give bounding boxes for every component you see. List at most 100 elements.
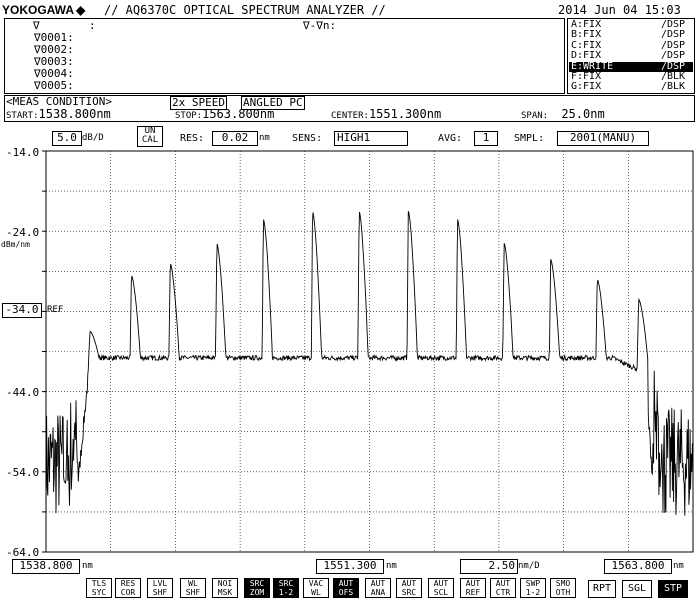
trace-panel: A:FIX/DSP B:FIX/DSP C:FIX/DSP D:FIX/DSP E:WR… xyxy=(567,18,695,94)
softkey-line-1: LVL xyxy=(152,579,168,588)
softkey-lvl-shf[interactable]: LVL SHF xyxy=(147,578,173,598)
res-label: RES: xyxy=(180,133,205,144)
softkey-tls-syc[interactable]: TLS SYC xyxy=(86,578,112,598)
instrument-title: // AQ6370C OPTICAL SPECTRUM ANALYZER // xyxy=(104,3,386,17)
softkey-line-1: AUT xyxy=(338,579,354,588)
sweep-sgl-button[interactable]: SGL xyxy=(622,580,652,598)
start-label: START: xyxy=(6,111,39,121)
softkey-aut-ana[interactable]: AUT ANA xyxy=(365,578,391,598)
x-center-value[interactable]: 1551.300 xyxy=(316,559,384,574)
softkey-res-cor[interactable]: RES COR xyxy=(115,578,141,598)
marker-panel: ∇ : ∇-∇n: ∇0001: ∇0002: ∇0003: ∇0004: ∇0… xyxy=(4,18,565,94)
x-div-value[interactable]: 2.50 xyxy=(460,559,518,574)
start-wavelength: START:1538.800nm xyxy=(6,108,111,123)
trace-list: A:FIX/DSP B:FIX/DSP C:FIX/DSP D:FIX/DSP E:WR… xyxy=(569,19,693,93)
start-value: 1538.800nm xyxy=(38,107,111,121)
stop-value: 1563.800nm xyxy=(202,107,275,121)
softkey-line-2: SRC xyxy=(401,588,417,597)
softkey-vac-wl[interactable]: VAC WL xyxy=(303,578,329,598)
softkey-line-1: AUT xyxy=(495,579,511,588)
y-tick-label: -64.0 xyxy=(6,546,40,559)
meas-condition-panel: <MEAS CONDITION> 2x SPEED ANGLED PC STAR… xyxy=(4,95,695,122)
trace-name: G:FIX xyxy=(571,81,602,93)
y-tick-label: -44.0 xyxy=(6,386,40,399)
softkey-line-2: SYC xyxy=(91,588,107,597)
softkey-src-1-2[interactable]: SRC 1-2 xyxy=(273,578,299,598)
marker-row[interactable]: ∇0005: xyxy=(34,80,74,92)
avg-value[interactable]: 1 xyxy=(474,131,498,146)
x-start-unit: nm xyxy=(82,561,93,571)
softkey-src-zom[interactable]: SRC ZOM xyxy=(244,578,270,598)
plot-frame xyxy=(45,150,694,553)
sweep-rpt-button[interactable]: RPT xyxy=(588,580,616,598)
softkey-line-1: AUT xyxy=(433,579,449,588)
softkey-swp-1-2[interactable]: SWP 1-2 xyxy=(520,578,546,598)
brand-diamond-icon: ◆ xyxy=(76,3,86,17)
softkey-aut-ctr[interactable]: AUT CTR xyxy=(490,578,516,598)
softkey-wl-shf[interactable]: WL SHF xyxy=(180,578,206,598)
softkey-line-1: WL xyxy=(188,579,198,588)
softkey-line-1: VAC xyxy=(308,579,324,588)
ref-level-value[interactable]: -34.0 xyxy=(2,303,42,318)
ref-label: REF xyxy=(47,305,64,315)
softkey-aut-ref[interactable]: AUT REF xyxy=(460,578,486,598)
softkey-line-1: SWP xyxy=(525,579,541,588)
softkey-line-1: AUT xyxy=(370,579,386,588)
scale-value[interactable]: 5.0 xyxy=(52,131,82,146)
softkey-line-2: 1-2 xyxy=(278,588,294,597)
y-tick-label: -54.0 xyxy=(6,466,40,479)
softkey-aut-src[interactable]: AUT SRC xyxy=(396,578,422,598)
softkey-line-1: NOI xyxy=(217,579,233,588)
sens-label: SENS: xyxy=(292,133,323,144)
softkey-line-1: AUT xyxy=(401,579,417,588)
brand-name: YOKOGAWA xyxy=(2,3,75,17)
res-unit: nm xyxy=(259,133,270,143)
scale-unit: dB/D xyxy=(82,133,104,143)
uncal-indicator: UN CAL xyxy=(137,126,163,147)
trace-row[interactable]: G:FIX/BLK xyxy=(569,81,693,93)
softkey-line-2: ZOM xyxy=(249,588,265,597)
smpl-label: SMPL: xyxy=(514,133,545,144)
smpl-value[interactable]: 2001(MANU) xyxy=(557,131,649,146)
uncal-line-2: CAL xyxy=(141,135,159,145)
softkey-line-1: TLS xyxy=(91,579,107,588)
stop-wavelength: STOP:1563.800nm xyxy=(175,108,274,123)
softkey-line-2: MSK xyxy=(217,588,233,597)
softkey-line-2: COR xyxy=(120,588,136,597)
softkey-line-2: CTR xyxy=(495,588,511,597)
marker-heading-colon: : xyxy=(89,19,96,32)
avg-label: AVG: xyxy=(438,133,463,144)
softkey-line-2: 1-2 xyxy=(525,588,541,597)
softkey-aut-scl[interactable]: AUT SCL xyxy=(428,578,454,598)
softkey-noi-msk[interactable]: NOI MSK xyxy=(212,578,238,598)
y-axis-unit: dBm/nm xyxy=(1,240,30,249)
marker-list: ∇0001: ∇0002: ∇0003: ∇0004: ∇0005: xyxy=(34,32,74,92)
trace-row[interactable]: D:FIX/DSP xyxy=(569,50,693,61)
x-div-unit: nm/D xyxy=(518,561,540,571)
center-value: 1551.300nm xyxy=(368,107,442,121)
softkey-line-1: RES xyxy=(120,579,136,588)
sens-value[interactable]: HIGH1 xyxy=(334,131,408,146)
x-center-unit: nm xyxy=(386,561,397,571)
softkey-line-1: SRC xyxy=(249,579,265,588)
softkey-line-2: OFS xyxy=(338,588,354,597)
softkey-line-1: SRC xyxy=(278,579,294,588)
center-label: CENTER: xyxy=(331,111,369,121)
softkey-line-2: REF xyxy=(465,588,481,597)
stop-label: STOP: xyxy=(175,111,203,121)
sweep-stp-button[interactable]: STP xyxy=(658,580,688,598)
softkey-aut-ofs[interactable]: AUT OFS xyxy=(333,578,359,598)
delta-marker-heading: ∇-∇n: xyxy=(303,19,337,32)
y-tick-label: -24.0 xyxy=(6,226,40,239)
x-start-value[interactable]: 1538.800 xyxy=(12,559,80,574)
softkey-smo-oth[interactable]: SMO OTH xyxy=(550,578,576,598)
softkey-line-2: SHF xyxy=(185,588,201,597)
x-stop-value[interactable]: 1563.800 xyxy=(604,559,672,574)
res-value[interactable]: 0.02 xyxy=(212,131,258,146)
softkey-line-2: OTH xyxy=(555,588,571,597)
softkey-line-1: SMO xyxy=(555,579,571,588)
softkey-line-2: ANA xyxy=(370,588,386,597)
softkey-line-2: WL xyxy=(311,588,321,597)
span-label: SPAN: xyxy=(521,111,549,121)
softkey-line-1: AUT xyxy=(465,579,481,588)
